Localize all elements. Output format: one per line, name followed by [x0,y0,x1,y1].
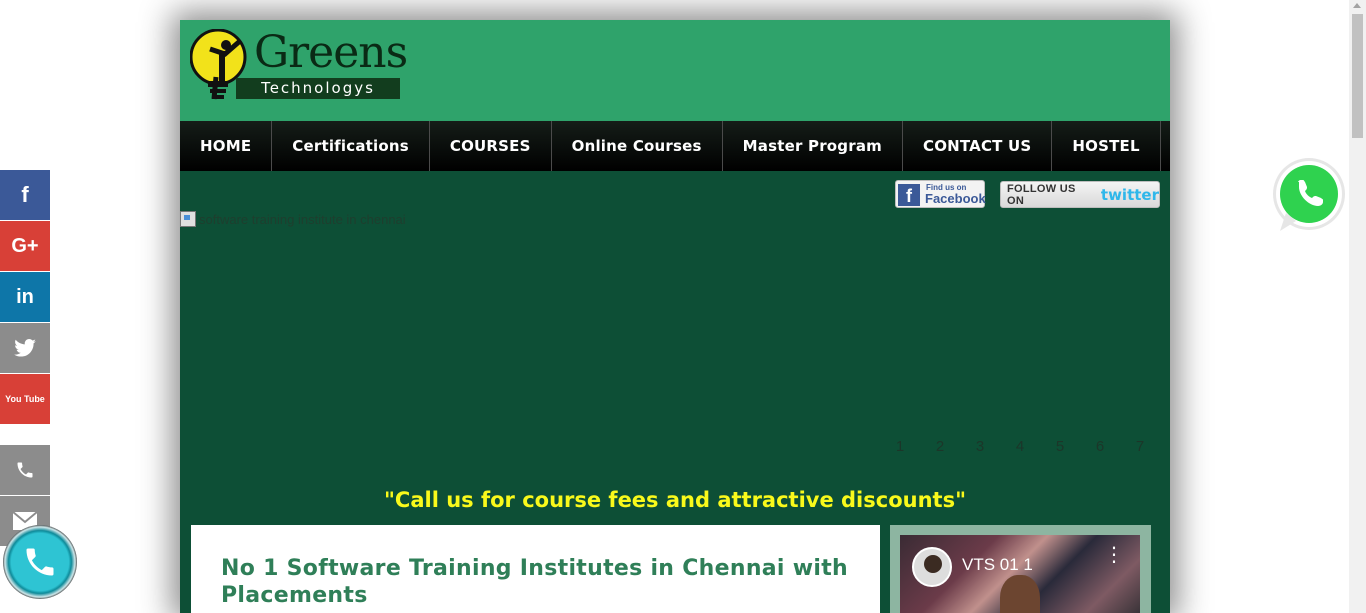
slider-page-2[interactable]: 2 [920,438,960,455]
sidebar-phone-button[interactable] [0,445,50,495]
brand-tagline: Technologys [236,78,400,99]
nav-courses[interactable]: COURSES [430,121,552,171]
slider-page-1[interactable]: 1 [880,438,920,455]
sidebar-youtube-button[interactable]: You Tube [0,374,50,424]
video-person-thumbnail [1000,575,1040,613]
sidebar-google-plus-button[interactable]: G+ [0,221,50,271]
google-plus-icon: G+ [11,234,39,257]
floating-call-button[interactable] [3,525,77,599]
nav-master-program[interactable]: Master Program [723,121,903,171]
social-sidebar: f G+ in You Tube [0,170,50,547]
phone-ringing-icon [26,548,54,576]
sidebar-facebook-button[interactable]: f [0,170,50,220]
slider-page-5[interactable]: 5 [1040,438,1080,455]
slider-page-3[interactable]: 3 [960,438,1000,455]
slider-pagination: 1 2 3 4 5 6 7 [880,438,1160,455]
facebook-find-us-button[interactable]: f Find us on Facebook [895,180,986,208]
scroll-up-arrow-icon[interactable] [1353,3,1361,8]
site-header: Greens Technologys [180,20,1170,121]
nav-certifications[interactable]: Certifications [272,121,430,171]
hero-slider-image[interactable]: software training institute in chennai [180,211,406,227]
twitter-logo-icon: twitter [1100,185,1159,204]
facebook-icon: f [898,184,920,206]
nav-home[interactable]: HOME [180,121,273,171]
facebook-icon: f [21,182,29,207]
more-options-icon[interactable]: ⋮ [1104,545,1124,565]
broken-image-icon [180,211,196,227]
page-heading: No 1 Software Training Institutes in Che… [221,556,848,608]
call-to-action-banner: "Call us for course fees and attractive … [383,488,967,512]
nav-online-courses[interactable]: Online Courses [552,121,723,171]
slider-page-7[interactable]: 7 [1120,438,1160,455]
page-scrollbar[interactable] [1349,0,1366,613]
main-nav: HOME Certifications COURSES Online Cours… [180,121,1170,171]
nav-hostel[interactable]: HOSTEL [1052,121,1161,171]
sidebar-twitter-button[interactable] [0,323,50,373]
channel-avatar[interactable] [912,547,952,587]
greens-logo[interactable]: Greens Technologys [190,27,408,101]
youtube-icon: You Tube [5,393,45,404]
phone-icon [17,462,33,478]
video-player[interactable]: VTS 01 1 ⋮ [900,535,1140,613]
twitter-icon [14,339,36,357]
video-title[interactable]: VTS 01 1 [962,555,1033,575]
page-container: Greens Technologys HOME Certifications C… [180,20,1170,613]
twitter-badge-text: FOLLOW US ON [1007,182,1076,207]
sidebar-linkedin-button[interactable]: in [0,272,50,322]
linkedin-icon: in [16,285,34,308]
main-content-card: No 1 Software Training Institutes in Che… [191,525,880,613]
video-card: VTS 01 1 ⋮ [890,525,1151,613]
twitter-follow-button[interactable]: FOLLOW US ON twitter [1000,181,1160,208]
slider-page-4[interactable]: 4 [1000,438,1040,455]
scroll-thumb[interactable] [1352,14,1363,138]
hero-image-alt: software training institute in chennai [199,211,406,227]
whatsapp-icon[interactable] [1268,155,1348,235]
facebook-badge-big-text: Facebook [925,191,986,206]
nav-contact-us[interactable]: CONTACT US [903,121,1053,171]
brand-name: Greens [254,27,408,78]
slider-page-6[interactable]: 6 [1080,438,1120,455]
